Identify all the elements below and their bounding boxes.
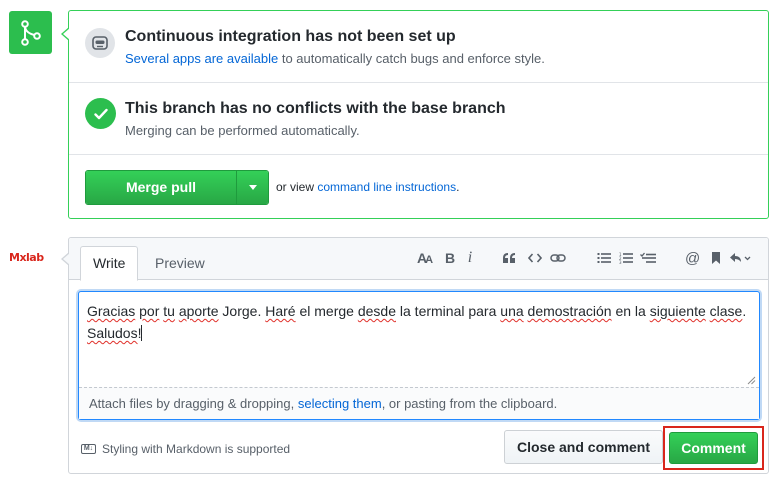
text-run: Jorge.	[218, 303, 266, 319]
tab-write[interactable]: Write	[80, 246, 139, 281]
attach-files-bar[interactable]: Attach files by dragging & dropping, sel…	[79, 387, 759, 419]
close-and-comment-button[interactable]: Close and comment	[504, 430, 663, 464]
resize-handle-icon[interactable]	[747, 376, 756, 385]
task-list-icon[interactable]	[640, 248, 656, 268]
ci-status-row: Continuous integration has not been set …	[69, 11, 768, 83]
link-icon[interactable]	[550, 248, 566, 268]
text-run: en la	[611, 303, 650, 319]
text-size-icon[interactable]: AA	[417, 248, 433, 268]
merge-button-group: Merge pull request	[85, 170, 269, 205]
triangle-down-icon	[248, 185, 257, 190]
markdown-icon: M↓	[81, 444, 96, 454]
misspelled-word: siguiente	[649, 303, 706, 319]
merge-options-dropdown[interactable]	[236, 171, 268, 204]
no-conflicts-row: This branch has no conflicts with the ba…	[69, 83, 768, 155]
mention-icon[interactable]: @	[685, 248, 700, 268]
no-conflicts-subtitle: Merging can be performed automatically.	[125, 123, 360, 138]
avatar-logo: Mxlab	[9, 251, 44, 264]
svg-text:3: 3	[619, 260, 622, 264]
attach-prefix: Attach files by dragging & dropping,	[89, 396, 298, 411]
ci-subtitle: Several apps are available to automatica…	[125, 51, 545, 66]
hubot-icon	[85, 28, 115, 58]
markdown-note[interactable]: M↓ Styling with Markdown is supported	[81, 442, 290, 456]
text-run: .	[742, 303, 747, 319]
ci-title: Continuous integration has not been set …	[125, 28, 456, 45]
comment-textarea[interactable]: Gracias por tu aporte Jorge. Haré el mer…	[78, 291, 760, 420]
bold-icon[interactable]: B	[443, 248, 457, 268]
merge-status-box: Continuous integration has not been set …	[61, 10, 769, 219]
quote-icon[interactable]	[502, 248, 516, 268]
or-view-label: or view	[276, 180, 318, 194]
period-text: .	[456, 180, 460, 194]
comment-button[interactable]: Comment	[669, 432, 758, 464]
italic-icon[interactable]: i	[463, 248, 477, 268]
command-line-instructions-link[interactable]: command line instructions	[317, 180, 456, 194]
or-view-text: or view command line instructions.	[276, 180, 459, 194]
git-merge-icon	[9, 11, 52, 54]
misspelled-word: Saludos	[87, 325, 138, 341]
markdown-note-text: Styling with Markdown is supported	[102, 442, 291, 456]
text-run: el merge	[295, 303, 358, 319]
reply-icon[interactable]	[729, 248, 751, 268]
misspelled-word: desde	[357, 303, 396, 319]
text-cursor	[141, 325, 143, 341]
text-run: la terminal para	[396, 303, 501, 319]
comment-text[interactable]: Gracias por tu aporte Jorge. Haré el mer…	[87, 300, 751, 344]
selecting-them-link[interactable]: selecting them	[298, 396, 382, 411]
check-icon	[85, 98, 116, 129]
merge-actions: Merge pull request or view command line …	[69, 156, 768, 219]
misspelled-word: tu	[163, 303, 175, 319]
comment-form: Write Preview AA B i 123 @ Gracias por t…	[61, 237, 769, 474]
bookmark-icon[interactable]	[709, 248, 723, 268]
comment-tabbar: Write Preview AA B i 123 @	[69, 238, 768, 281]
misspelled-word: por	[139, 303, 160, 319]
misspelled-word: clase	[709, 303, 743, 319]
misspelled-word: aporte	[178, 303, 219, 319]
apps-available-link[interactable]: Several apps are available	[125, 51, 278, 66]
avatar[interactable]: Mxlab	[9, 251, 53, 265]
merge-pull-request-button[interactable]: Merge pull request	[86, 171, 236, 204]
attach-suffix: , or pasting from the clipboard.	[381, 396, 558, 411]
misspelled-word: demostración	[527, 303, 612, 319]
misspelled-word: Gracias	[87, 303, 136, 319]
tab-preview[interactable]: Preview	[143, 246, 217, 281]
misspelled-word: Haré	[265, 303, 296, 319]
comment-button-highlight: Comment	[663, 426, 764, 470]
ordered-list-icon[interactable]: 123	[619, 248, 633, 268]
misspelled-word: una	[500, 303, 524, 319]
no-conflicts-title: This branch has no conflicts with the ba…	[125, 100, 506, 117]
ci-subtitle-rest: to automatically catch bugs and enforce …	[278, 51, 545, 66]
unordered-list-icon[interactable]	[597, 248, 611, 268]
code-icon[interactable]	[528, 248, 542, 268]
